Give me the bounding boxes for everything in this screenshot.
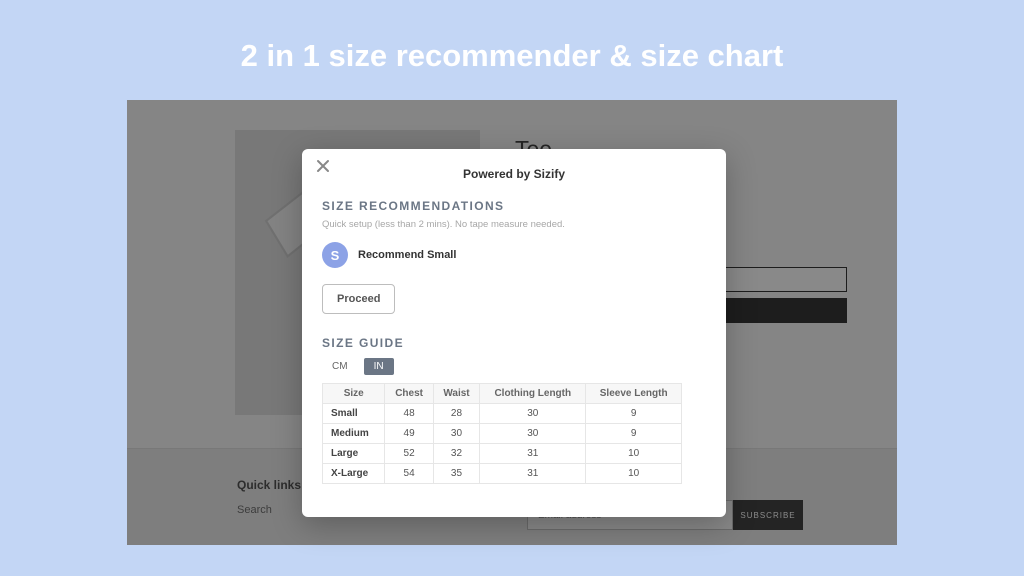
recommendation-text: Recommend Small bbox=[358, 249, 456, 261]
cell-sleeve: 9 bbox=[586, 424, 682, 444]
table-row: Medium 49 30 30 9 bbox=[323, 424, 682, 444]
size-recommendations-subtext: Quick setup (less than 2 mins). No tape … bbox=[322, 219, 706, 230]
cell-waist: 30 bbox=[433, 424, 480, 444]
cell-size: Small bbox=[323, 404, 385, 424]
cell-waist: 32 bbox=[433, 444, 480, 464]
table-row: X-Large 54 35 31 10 bbox=[323, 464, 682, 484]
cell-size: X-Large bbox=[323, 464, 385, 484]
cell-chest: 52 bbox=[385, 444, 433, 464]
col-waist: Waist bbox=[433, 384, 480, 404]
cell-waist: 35 bbox=[433, 464, 480, 484]
cell-size: Large bbox=[323, 444, 385, 464]
cell-length: 31 bbox=[480, 444, 586, 464]
cell-sleeve: 10 bbox=[586, 464, 682, 484]
cell-sleeve: 10 bbox=[586, 444, 682, 464]
hero-title: 2 in 1 size recommender & size chart bbox=[0, 0, 1024, 74]
cell-size: Medium bbox=[323, 424, 385, 444]
cell-length: 31 bbox=[480, 464, 586, 484]
col-length: Clothing Length bbox=[480, 384, 586, 404]
size-guide-heading: SIZE GUIDE bbox=[322, 336, 706, 350]
cell-chest: 48 bbox=[385, 404, 433, 424]
col-chest: Chest bbox=[385, 384, 433, 404]
cell-chest: 54 bbox=[385, 464, 433, 484]
recommendation-badge-icon: S bbox=[322, 242, 348, 268]
size-recommendations-heading: SIZE RECOMMENDATIONS bbox=[322, 199, 706, 213]
unit-cm-button[interactable]: CM bbox=[322, 358, 358, 375]
close-icon[interactable] bbox=[314, 159, 332, 177]
cell-chest: 49 bbox=[385, 424, 433, 444]
cell-length: 30 bbox=[480, 424, 586, 444]
table-row: Small 48 28 30 9 bbox=[323, 404, 682, 424]
cell-length: 30 bbox=[480, 404, 586, 424]
table-header-row: Size Chest Waist Clothing Length Sleeve … bbox=[323, 384, 682, 404]
size-modal: Powered by Sizify SIZE RECOMMENDATIONS Q… bbox=[302, 149, 726, 517]
proceed-button[interactable]: Proceed bbox=[322, 284, 395, 314]
table-row: Large 52 32 31 10 bbox=[323, 444, 682, 464]
cell-waist: 28 bbox=[433, 404, 480, 424]
col-size: Size bbox=[323, 384, 385, 404]
unit-in-button[interactable]: IN bbox=[364, 358, 394, 375]
unit-toggle: CM IN bbox=[322, 358, 706, 375]
size-guide-table: Size Chest Waist Clothing Length Sleeve … bbox=[322, 383, 682, 484]
col-sleeve: Sleeve Length bbox=[586, 384, 682, 404]
recommendation-row: S Recommend Small bbox=[322, 242, 706, 268]
powered-by-label: Powered by Sizify bbox=[322, 167, 706, 181]
cell-sleeve: 9 bbox=[586, 404, 682, 424]
